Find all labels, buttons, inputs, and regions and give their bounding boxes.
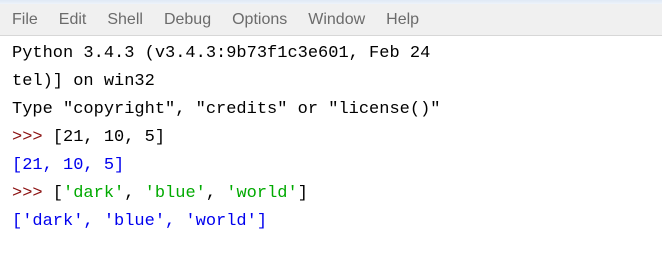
- shell-prompt: >>>: [12, 184, 43, 203]
- list-open-bracket: [: [42, 184, 64, 203]
- banner-line-platform: tel)] on win32: [12, 72, 155, 91]
- shell-output-line: ['dark', 'blue', 'world']: [12, 212, 268, 231]
- banner-line-license: Type "copyright", "credits" or "license(…: [12, 100, 441, 119]
- menu-window[interactable]: Window: [308, 11, 365, 29]
- string-literal: 'blue': [144, 184, 206, 203]
- string-literal: 'dark': [63, 184, 125, 203]
- shell-output-line: [21, 10, 5]: [12, 156, 125, 175]
- string-literal: 'world': [226, 184, 298, 203]
- shell-text-area[interactable]: Python 3.4.3 (v3.4.3:9b73f1c3e601, Feb 2…: [0, 37, 662, 264]
- banner-line-version: Python 3.4.3 (v3.4.3:9b73f1c3e601, Feb 2…: [12, 44, 431, 63]
- menu-options[interactable]: Options: [232, 11, 287, 29]
- shell-input-line: >>> [21, 10, 5]: [12, 124, 165, 152]
- menu-file[interactable]: File: [12, 11, 38, 29]
- shell-prompt: >>>: [12, 128, 43, 147]
- menu-edit[interactable]: Edit: [59, 11, 87, 29]
- shell-input-line: >>> ['dark', 'blue', 'world']: [12, 180, 308, 208]
- menu-debug[interactable]: Debug: [164, 11, 211, 29]
- menu-bar: File Edit Shell Debug Options Window Hel…: [0, 4, 662, 36]
- list-separator: ,: [124, 184, 145, 203]
- list-separator: ,: [205, 184, 227, 203]
- shell-input-code: [21, 10, 5]: [42, 128, 166, 147]
- list-close-bracket: ]: [297, 184, 308, 203]
- menu-help[interactable]: Help: [386, 11, 419, 29]
- idle-shell-window: File Edit Shell Debug Options Window Hel…: [0, 0, 662, 264]
- menu-shell[interactable]: Shell: [107, 11, 143, 29]
